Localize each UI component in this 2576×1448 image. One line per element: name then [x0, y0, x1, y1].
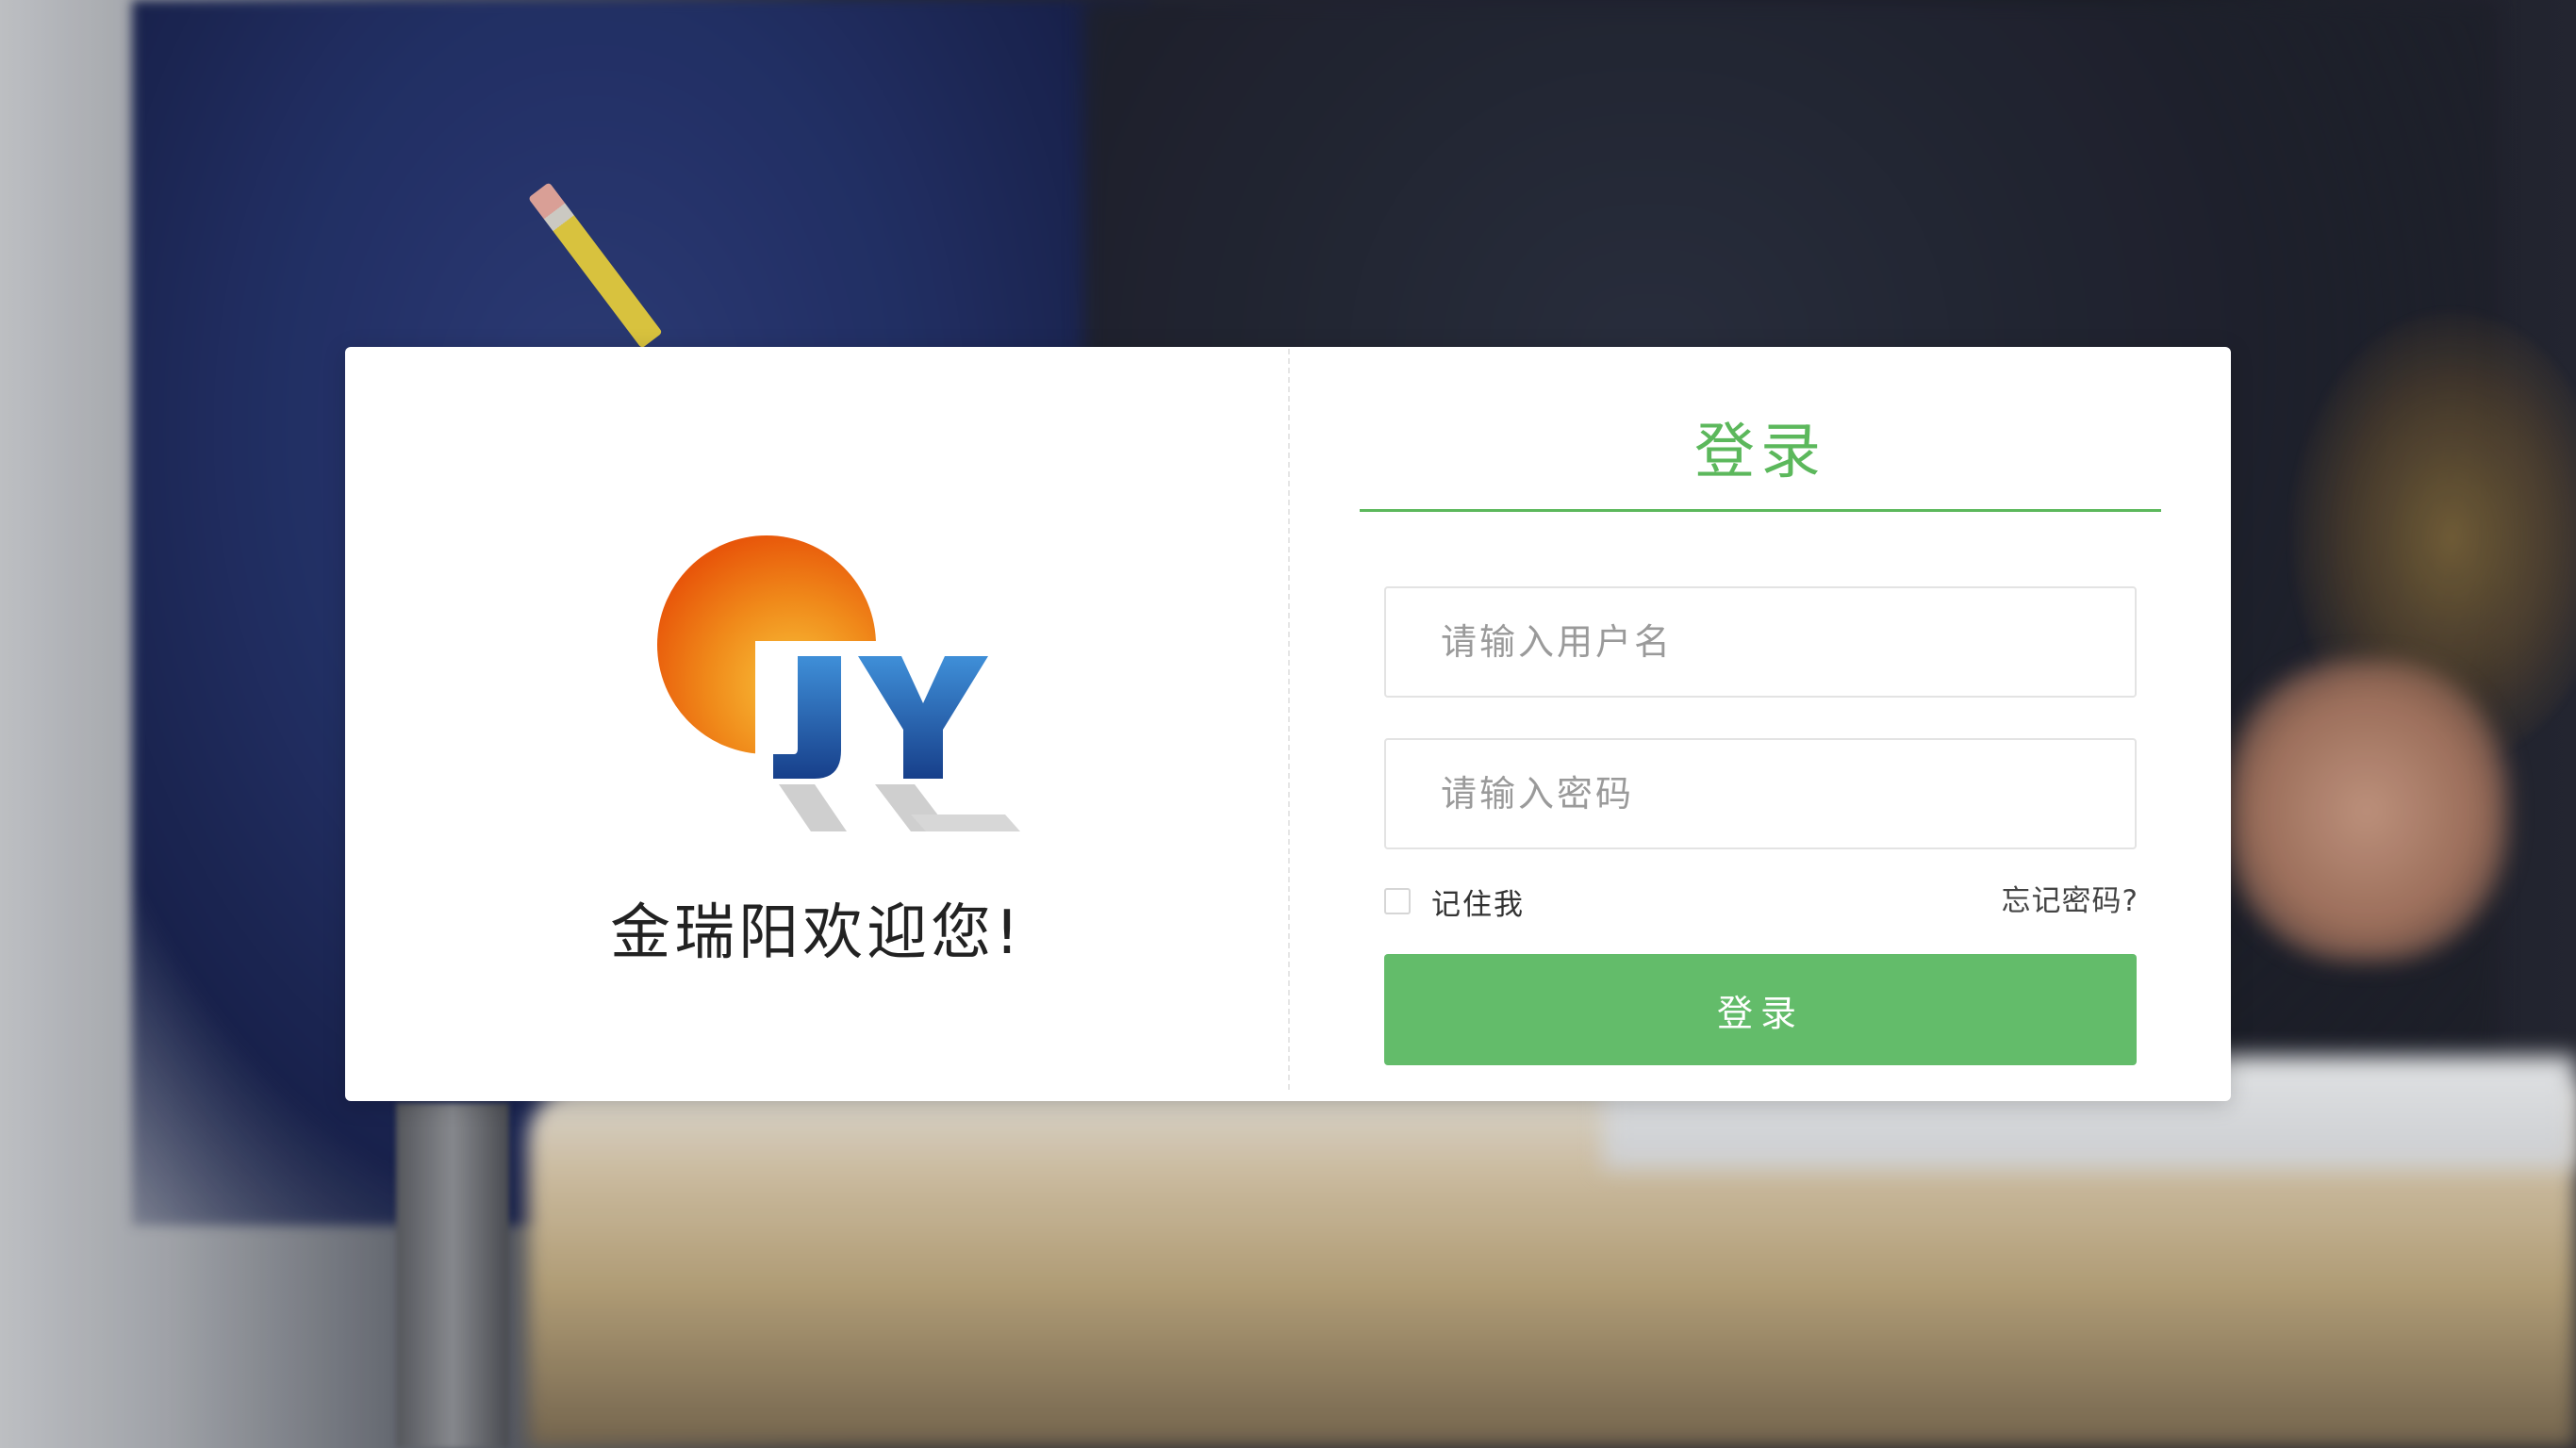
- brand-panel: 金瑞阳欢迎您!: [345, 347, 1288, 1101]
- forgot-password-link[interactable]: 忘记密码?: [2002, 880, 2138, 922]
- password-input[interactable]: [1384, 738, 2137, 849]
- login-card: 金瑞阳欢迎您! 登录 记住我 忘记密码? 登录: [345, 347, 2231, 1101]
- remember-checkbox[interactable]: [1384, 888, 1411, 914]
- title-underline: [1360, 509, 2161, 512]
- jy-logo-icon: [657, 535, 1020, 831]
- login-form: 登录 记住我 忘记密码? 登录: [1360, 347, 2161, 1101]
- remember-label: 记住我: [1431, 887, 1525, 922]
- card-divider: [1288, 349, 1290, 1090]
- welcome-text: 金瑞阳欢迎您!: [610, 898, 1023, 968]
- remember-me[interactable]: 记住我: [1384, 880, 1525, 922]
- login-button[interactable]: 登录: [1384, 954, 2137, 1065]
- username-input[interactable]: [1384, 586, 2137, 698]
- login-page: 金瑞阳欢迎您! 登录 记住我 忘记密码? 登录: [0, 0, 2576, 1448]
- login-title: 登录: [1694, 418, 1826, 487]
